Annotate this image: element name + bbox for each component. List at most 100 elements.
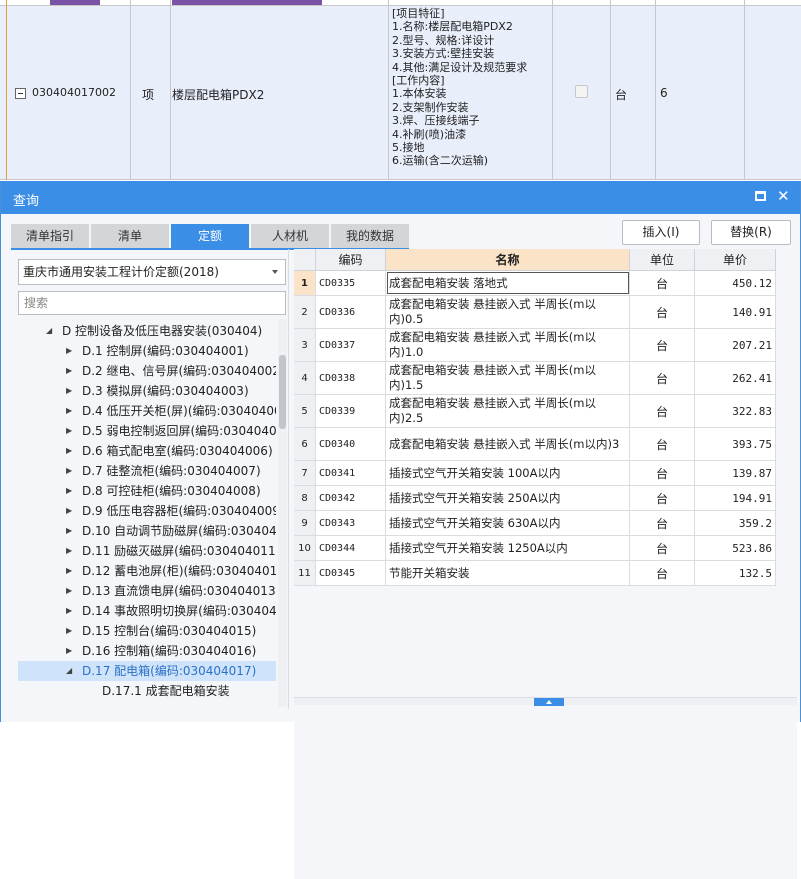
quota-code[interactable]: CD0337 — [316, 329, 386, 361]
expand-icon[interactable]: ▶ — [66, 441, 72, 461]
quota-price[interactable]: 359.2 — [695, 511, 776, 535]
quota-price[interactable]: 322.83 — [695, 395, 776, 427]
row-index[interactable]: 7 — [294, 461, 316, 485]
quota-name[interactable]: 成套配电箱安装 悬挂嵌入式 半周长(m以内)3 — [386, 428, 630, 460]
quota-name[interactable]: 成套配电箱安装 落地式 — [386, 271, 630, 295]
tree-item[interactable]: ▶ D.9 低压电容器柜(编码:030404009) — [18, 501, 276, 521]
quota-code[interactable]: CD0340 — [316, 428, 386, 460]
insert-button[interactable]: 插入(I) — [622, 220, 700, 245]
grid-header-name[interactable]: 名称 — [386, 249, 630, 271]
row-index[interactable]: 8 — [294, 486, 316, 510]
quota-name[interactable]: 插接式空气开关箱安装 100A以内 — [386, 461, 630, 485]
quota-code[interactable]: CD0335 — [316, 271, 386, 295]
tree-item[interactable]: ▶ D.4 低压开关柜(屏)(编码:030404004) — [18, 401, 276, 421]
tab-materials[interactable]: 人材机 — [251, 224, 329, 248]
table-row[interactable]: 1 CD0335 成套配电箱安装 落地式台 450.12 — [294, 271, 776, 296]
quota-name[interactable]: 成套配电箱安装 悬挂嵌入式 半周长(m以内)1.5 — [386, 362, 630, 394]
table-row[interactable]: 8 CD0342 插接式空气开关箱安装 250A以内台 194.91 — [294, 486, 776, 511]
expanded-icon[interactable]: ◢ — [66, 661, 72, 681]
maximize-icon[interactable] — [755, 191, 766, 201]
horizontal-scrollbar[interactable] — [294, 697, 797, 706]
quota-code[interactable]: CD0339 — [316, 395, 386, 427]
expand-icon[interactable]: ▶ — [66, 341, 72, 361]
row-index[interactable]: 4 — [294, 362, 316, 394]
tree-item[interactable]: ▶ D.3 模拟屏(编码:030404003) — [18, 381, 276, 401]
row-index[interactable]: 10 — [294, 536, 316, 560]
quota-price[interactable]: 139.87 — [695, 461, 776, 485]
quota-code[interactable]: CD0344 — [316, 536, 386, 560]
expanded-icon[interactable]: ◢ — [46, 321, 52, 341]
tab-quota[interactable]: 定额 — [171, 224, 249, 248]
row-index[interactable]: 3 — [294, 329, 316, 361]
quota-name[interactable]: 插接式空气开关箱安装 250A以内 — [386, 486, 630, 510]
table-row[interactable]: 9 CD0343 插接式空气开关箱安装 630A以内台 359.2 — [294, 511, 776, 536]
tab-list-guide[interactable]: 清单指引 — [11, 224, 89, 248]
quota-price[interactable]: 132.5 — [695, 561, 776, 585]
table-row[interactable]: 7 CD0341 插接式空气开关箱安装 100A以内台 139.87 — [294, 461, 776, 486]
expand-icon[interactable]: ▶ — [66, 641, 72, 661]
tree-item[interactable]: ◢ D.17 配电箱(编码:030404017) — [18, 661, 276, 681]
table-row[interactable]: 4 CD0338 成套配电箱安装 悬挂嵌入式 半周长(m以内)1.5 台 262.41 — [294, 362, 776, 395]
expand-icon[interactable]: ▶ — [66, 501, 72, 521]
expand-icon[interactable]: ▶ — [66, 421, 72, 441]
table-row[interactable]: 11 CD0345 节能开关箱安装台 132.5 — [294, 561, 776, 586]
quota-unit[interactable]: 台 — [630, 486, 695, 510]
grid-header-unit[interactable]: 单位 — [630, 249, 695, 271]
quota-price[interactable]: 523.86 — [695, 536, 776, 560]
table-row[interactable]: 5 CD0339 成套配电箱安装 悬挂嵌入式 半周长(m以内)2.5 台 322.83 — [294, 395, 776, 428]
quota-code[interactable]: CD0342 — [316, 486, 386, 510]
quota-name[interactable]: 成套配电箱安装 悬挂嵌入式 半周长(m以内)1.0 — [386, 329, 630, 361]
tree-item[interactable]: ▶ D.15 控制台(编码:030404015) — [18, 621, 276, 641]
table-row[interactable]: 6 CD0340 成套配电箱安装 悬挂嵌入式 半周长(m以内)3 台 393.75 — [294, 428, 776, 461]
quota-unit[interactable]: 台 — [630, 395, 695, 427]
table-row[interactable]: 3 CD0337 成套配电箱安装 悬挂嵌入式 半周长(m以内)1.0 台 207.21 — [294, 329, 776, 362]
row-index[interactable]: 2 — [294, 296, 316, 328]
chevron-up-icon[interactable] — [534, 698, 564, 706]
collapse-icon[interactable] — [15, 88, 26, 99]
quota-unit[interactable]: 台 — [630, 271, 695, 295]
tree-item[interactable]: ▶ D.11 励磁灭磁屏(编码:030404011) — [18, 541, 276, 561]
quota-unit[interactable]: 台 — [630, 428, 695, 460]
tree-item[interactable]: ▶ D.8 可控硅柜(编码:030404008) — [18, 481, 276, 501]
tree-item[interactable]: ▶ D.2 继电、信号屏(编码:030404002) — [18, 361, 276, 381]
tree-scrollbar[interactable] — [278, 319, 287, 707]
chevron-down-icon[interactable] — [272, 270, 278, 274]
quota-name[interactable]: 插接式空气开关箱安装 1250A以内 — [386, 536, 630, 560]
quota-price[interactable]: 140.91 — [695, 296, 776, 328]
expand-icon[interactable]: ▶ — [66, 541, 72, 561]
dialog-titlebar[interactable]: 查询 ✕ — [1, 181, 800, 214]
quota-unit[interactable]: 台 — [630, 461, 695, 485]
tree-item[interactable]: ▶ D.10 自动调节励磁屏(编码:030404010) — [18, 521, 276, 541]
expand-icon[interactable]: ▶ — [66, 581, 72, 601]
expand-icon[interactable]: ▶ — [66, 481, 72, 501]
quota-unit[interactable]: 台 — [630, 296, 695, 328]
tree-item[interactable]: ▶ D.16 控制箱(编码:030404016) — [18, 641, 276, 661]
expand-icon[interactable]: ▶ — [66, 621, 72, 641]
tree-item[interactable]: ▶ D.1 控制屏(编码:030404001) — [18, 341, 276, 361]
table-row[interactable]: 10 CD0344 插接式空气开关箱安装 1250A以内台 523.86 — [294, 536, 776, 561]
quota-name[interactable]: 成套配电箱安装 悬挂嵌入式 半周长(m以内)2.5 — [386, 395, 630, 427]
quota-name[interactable]: 插接式空气开关箱安装 630A以内 — [386, 511, 630, 535]
panel-splitter[interactable] — [288, 249, 289, 709]
tree-item[interactable]: ▶ D.5 弱电控制返回屏(编码:030404005) — [18, 421, 276, 441]
close-icon[interactable]: ✕ — [777, 187, 790, 205]
expand-icon[interactable]: ▶ — [66, 381, 72, 401]
expand-icon[interactable]: ▶ — [66, 461, 72, 481]
quota-price[interactable]: 450.12 — [695, 271, 776, 295]
tree-item[interactable]: ◢ D 控制设备及低压电器安装(030404) — [18, 321, 276, 341]
quota-price[interactable]: 393.75 — [695, 428, 776, 460]
row-checkbox[interactable] — [575, 85, 588, 98]
tab-list[interactable]: 清单 — [91, 224, 169, 248]
quota-unit[interactable]: 台 — [630, 329, 695, 361]
tree-item[interactable]: ▶ D.7 硅整流柜(编码:030404007) — [18, 461, 276, 481]
grid-header-code[interactable]: 编码 — [316, 249, 386, 271]
search-input[interactable]: 搜索 — [18, 291, 286, 315]
replace-button[interactable]: 替换(R) — [711, 220, 791, 245]
grid-header-price[interactable]: 单价 — [695, 249, 776, 271]
row-index[interactable]: 9 — [294, 511, 316, 535]
quota-code[interactable]: CD0343 — [316, 511, 386, 535]
row-index[interactable]: 5 — [294, 395, 316, 427]
quota-library-select[interactable]: 重庆市通用安装工程计价定额(2018) — [18, 259, 286, 285]
tree-item[interactable]: D.17.1 成套配电箱安装 — [18, 681, 276, 701]
tree-item[interactable]: ▶ D.12 蓄电池屏(柜)(编码:030404012) — [18, 561, 276, 581]
